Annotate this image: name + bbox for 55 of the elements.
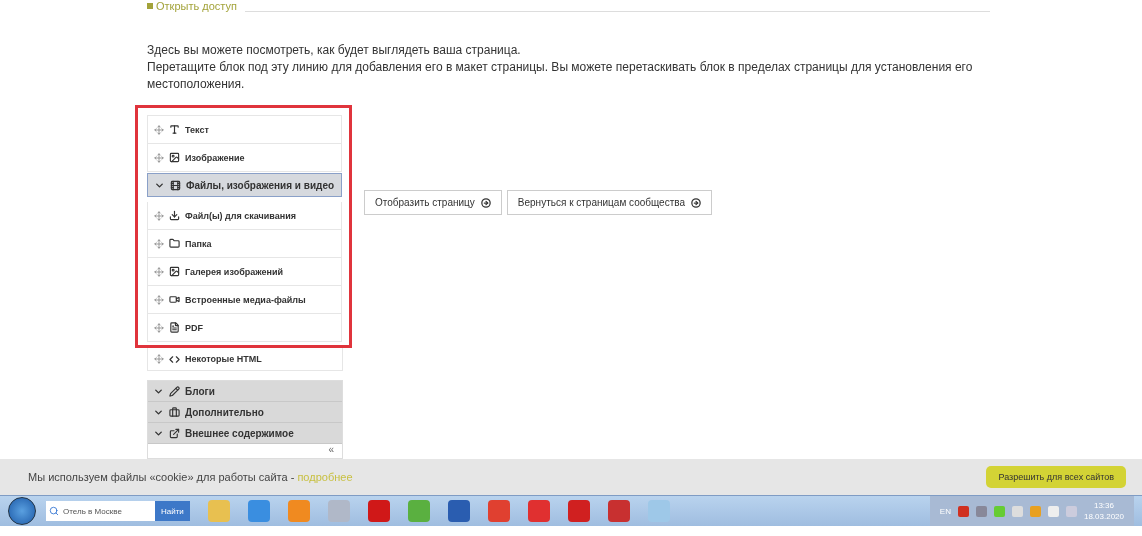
block-item[interactable]: Встроенные медиа-файлы <box>147 286 342 314</box>
move-icon[interactable] <box>154 266 164 277</box>
film-icon <box>170 179 181 191</box>
group-icon <box>169 385 180 397</box>
cookie-text: Мы используем файлы «cookie» для работы сайта - подробнее <box>28 471 353 483</box>
block-item[interactable]: Папка <box>147 230 342 258</box>
block-item[interactable]: Файл(ы) для скачивания <box>147 202 342 230</box>
group-icon <box>169 427 180 439</box>
taskbar-app-icon[interactable] <box>487 500 510 522</box>
taskbar-app-icon[interactable] <box>247 500 270 522</box>
page-button[interactable]: Отобразить страницу <box>364 190 502 215</box>
taskbar-app-icon[interactable] <box>527 500 550 522</box>
search-icon <box>49 506 59 516</box>
intro-text: Здесь вы можете посмотреть, как будет выглядеть ваша страница. <box>147 42 522 59</box>
collapse-button[interactable]: « <box>328 444 334 458</box>
tray-icon[interactable] <box>975 505 987 517</box>
taskbar-app-icon[interactable] <box>367 500 390 522</box>
allow-button[interactable]: Разрешить для всех сайтов <box>986 466 1126 488</box>
move-icon[interactable] <box>154 210 164 221</box>
move-icon[interactable] <box>154 354 164 364</box>
move-icon[interactable] <box>154 124 164 135</box>
search-button[interactable]: Найти <box>155 501 190 521</box>
block-item[interactable]: Некоторые HTML <box>147 348 343 371</box>
move-icon[interactable] <box>154 294 164 305</box>
move-icon[interactable] <box>154 238 164 249</box>
block-group-header[interactable]: Дополнительно <box>148 402 342 423</box>
taskbar-app-icon[interactable] <box>447 500 470 522</box>
group-icon <box>169 406 180 418</box>
block-icon <box>169 210 180 221</box>
block-item[interactable]: PDF <box>147 314 342 342</box>
block-item[interactable]: Текст <box>147 115 342 144</box>
block-icon <box>169 124 180 135</box>
block-icon <box>169 238 180 249</box>
search-field[interactable]: Отель в Москве Найти <box>46 501 190 521</box>
code-icon <box>169 353 180 365</box>
tray-icon[interactable] <box>1011 505 1023 517</box>
block-item[interactable]: Галерея изображений <box>147 258 342 286</box>
block-icon <box>169 266 180 277</box>
block-group-header[interactable]: Блоги <box>148 381 342 402</box>
block-icon <box>169 322 180 333</box>
move-icon[interactable] <box>154 322 164 333</box>
tray-icon[interactable] <box>1047 505 1059 517</box>
block-group-header[interactable]: Файлы, изображения и видео <box>147 173 342 197</box>
block-icon <box>169 152 180 163</box>
tray-icon[interactable] <box>957 505 969 517</box>
page-button[interactable]: Вернуться к страницам сообщества <box>506 190 712 215</box>
block-item[interactable]: Изображение <box>147 144 342 172</box>
taskbar-app-icon[interactable] <box>407 500 430 522</box>
taskbar-app-icon[interactable] <box>567 500 590 522</box>
block-group-header[interactable]: Внешнее содержимое <box>148 423 342 444</box>
start-icon[interactable] <box>8 497 36 525</box>
move-icon[interactable] <box>154 152 164 163</box>
block-icon <box>169 294 180 305</box>
intro-text: Перетащите блок под эту линию для добавления его в макет страницы. Вы можете перетаскивать блок в пределах страницы для установления его местоположения. <box>147 59 974 93</box>
taskbar-app-icon[interactable] <box>607 500 630 522</box>
